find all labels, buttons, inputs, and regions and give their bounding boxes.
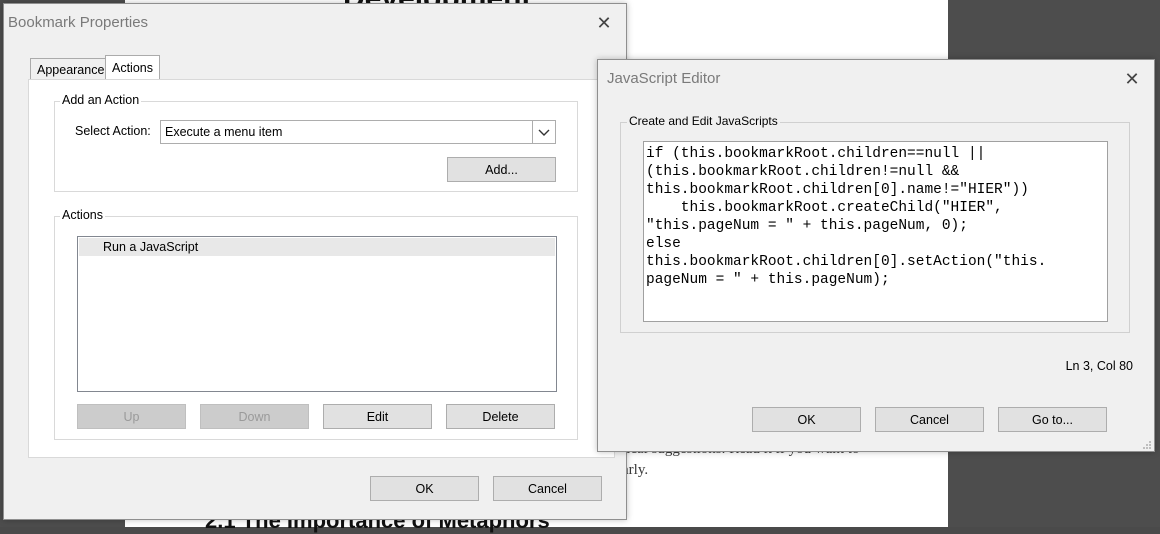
javascript-code-editor[interactable]: if (this.bookmarkRoot.children==null || … — [643, 141, 1108, 322]
actions-group-label: Actions — [60, 208, 105, 222]
select-action-dropdown[interactable]: Execute a menu item — [160, 120, 556, 144]
actions-tab-panel: Add an Action Select Action: Execute a m… — [28, 79, 615, 458]
select-action-label: Select Action: — [75, 124, 151, 138]
close-icon[interactable]: ✕ — [1117, 64, 1147, 94]
delete-button[interactable]: Delete — [446, 404, 555, 429]
add-action-group-label: Add an Action — [60, 93, 142, 107]
goto-button[interactable]: Go to... — [998, 407, 1107, 432]
up-button[interactable]: Up — [77, 404, 186, 429]
javascript-group: Create and Edit JavaScripts if (this.boo… — [620, 114, 1130, 333]
cancel-button[interactable]: Cancel — [875, 407, 984, 432]
dialog-title: Bookmark Properties — [8, 14, 149, 31]
chevron-down-icon[interactable] — [532, 121, 555, 143]
select-action-value: Execute a menu item — [165, 125, 283, 139]
javascript-group-label: Create and Edit JavaScripts — [627, 114, 780, 128]
cancel-button[interactable]: Cancel — [493, 476, 602, 501]
add-action-button[interactable]: Add... — [447, 157, 556, 182]
close-icon[interactable]: ✕ — [589, 8, 619, 38]
add-action-group: Add an Action Select Action: Execute a m… — [54, 93, 578, 192]
list-item[interactable]: Run a JavaScript — [79, 238, 555, 256]
actions-list[interactable]: Run a JavaScript — [77, 236, 557, 392]
edit-button[interactable]: Edit — [323, 404, 432, 429]
javascript-editor-dialog: JavaScript Editor ✕ Create and Edit Java… — [597, 59, 1155, 452]
down-button[interactable]: Down — [200, 404, 309, 429]
resize-grip-icon[interactable] — [1142, 439, 1152, 449]
cursor-position-status: Ln 3, Col 80 — [1065, 359, 1133, 373]
ok-button[interactable]: OK — [752, 407, 861, 432]
bookmark-properties-dialog: Bookmark Properties ✕ Appearance Actions… — [3, 3, 627, 520]
ok-button[interactable]: OK — [370, 476, 479, 501]
dialog-title: JavaScript Editor — [607, 70, 721, 87]
tab-actions[interactable]: Actions — [105, 55, 160, 80]
actions-group: Actions Run a JavaScript Up Down Edit De… — [54, 208, 578, 440]
tab-appearance[interactable]: Appearance — [30, 58, 112, 80]
